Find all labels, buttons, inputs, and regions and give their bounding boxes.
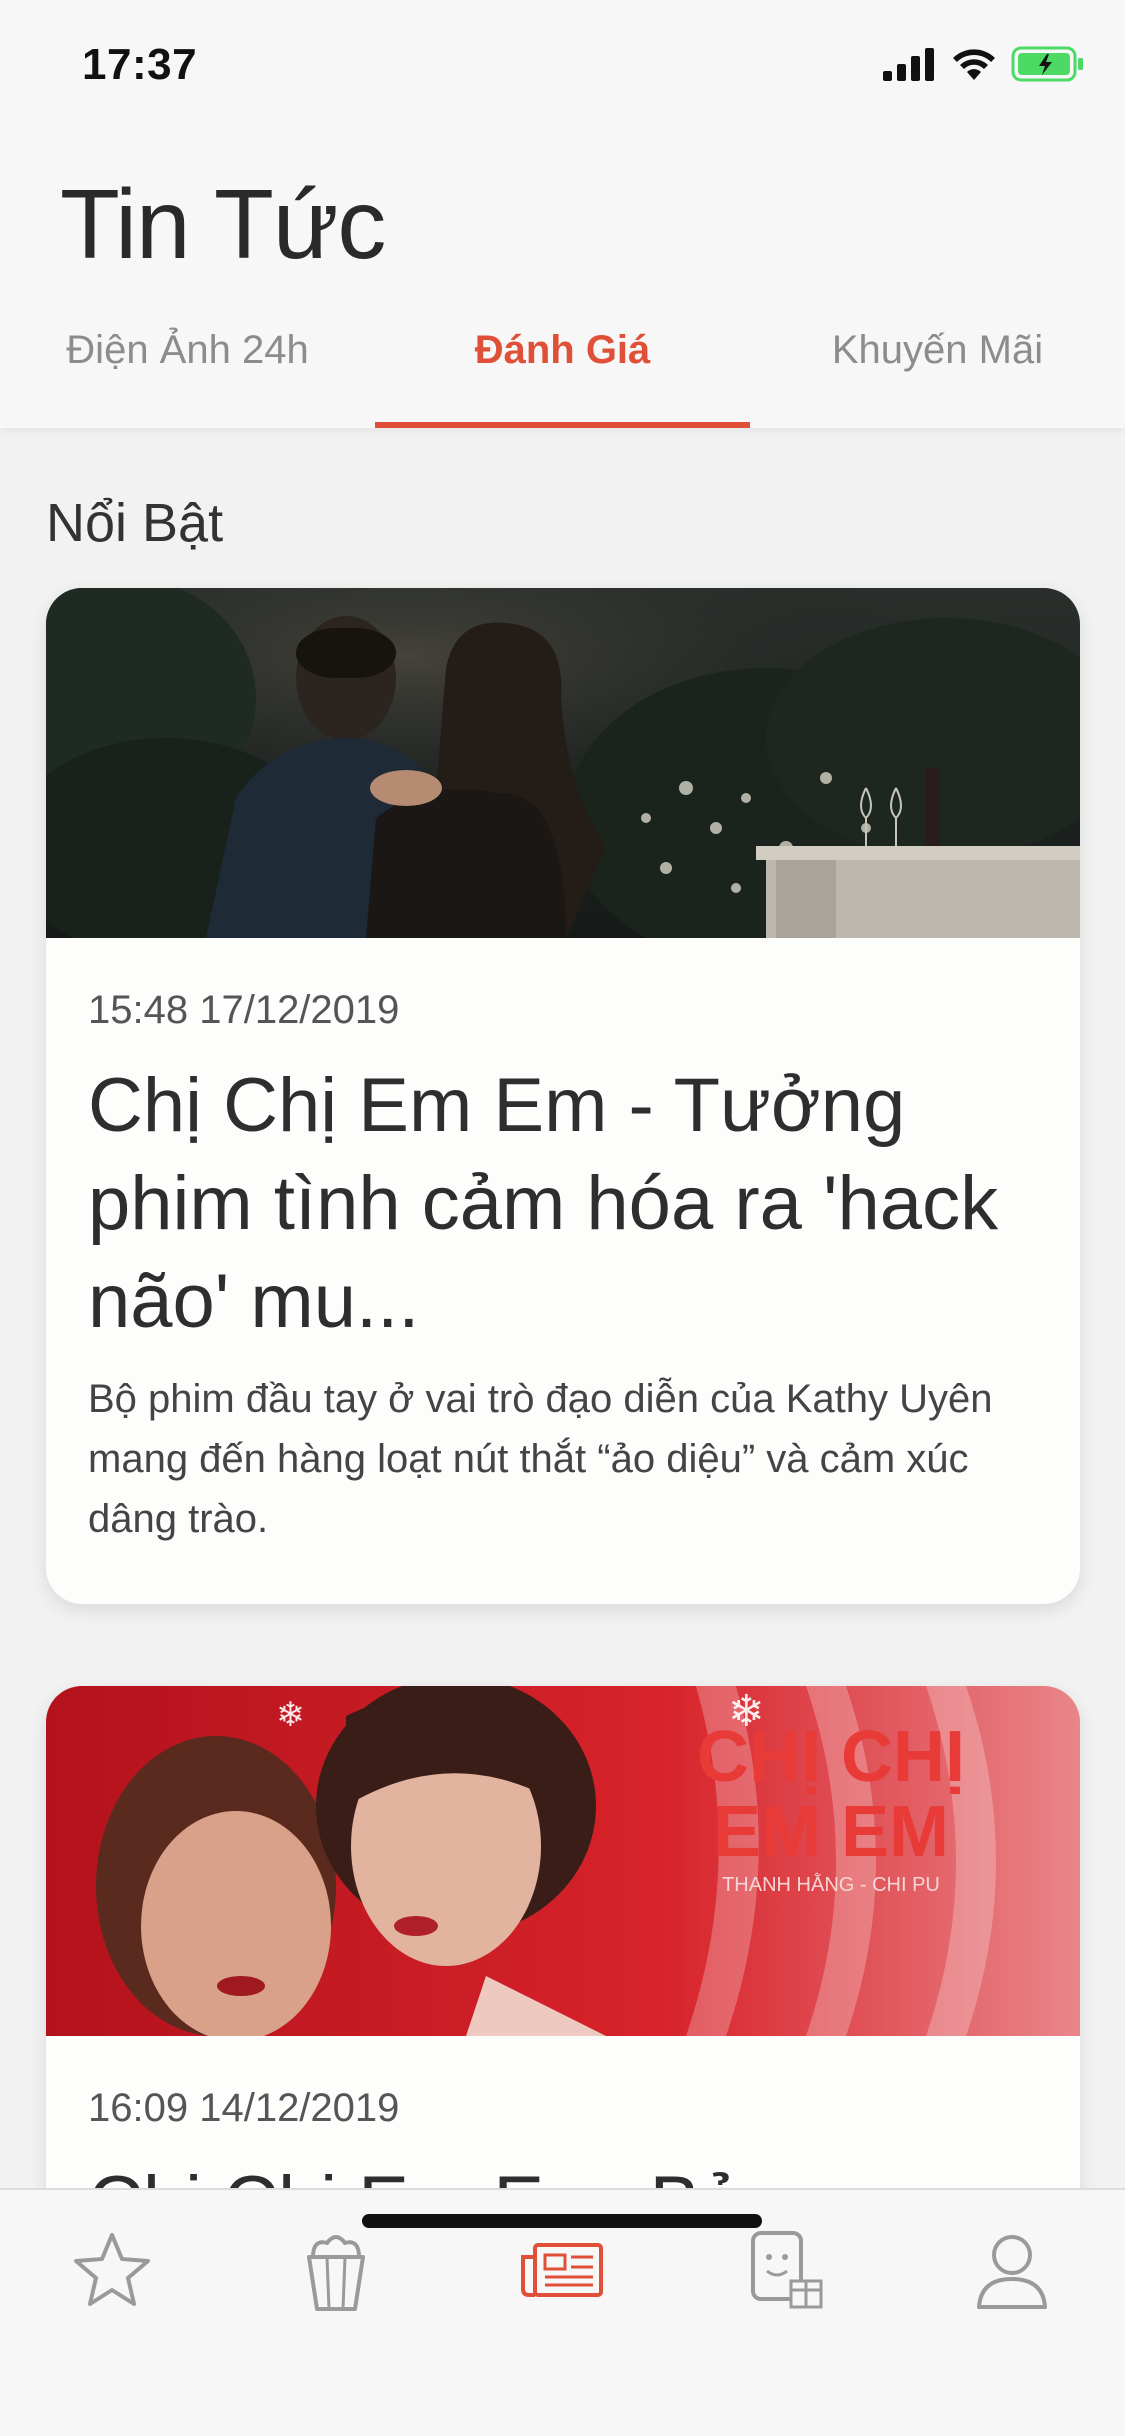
tab-label: Khuyến Mãi (831, 328, 1044, 372)
article-body: 15:48 17/12/2019 Chị Chị Em Em - Tưởng p… (46, 938, 1080, 1549)
tab-khuyen-mai[interactable]: Khuyến Mãi (750, 316, 1125, 428)
poster-cast: THANH HẰNG - CHI PU (722, 1872, 940, 1896)
star-icon (74, 2233, 150, 2306)
header: 17:37 Tin Tức Điện Ảnh 24h Đánh Giá Khuy… (0, 0, 1125, 428)
section-title: Nổi Bật (46, 493, 224, 553)
tab-dien-anh-24h[interactable]: Điện Ảnh 24h (0, 316, 375, 428)
popcorn-icon (307, 2235, 365, 2311)
home-indicator (362, 2214, 762, 2228)
active-tab-indicator (375, 422, 750, 428)
tab-favorites[interactable] (62, 2220, 162, 2320)
article-thumbnail: CHỊ CHỊ EM EM THANH HẰNG - CHI PU ❄ ❄ (46, 1686, 1080, 2036)
status-icons (883, 44, 1085, 84)
article-title[interactable]: Chị Chị Em Em: Bản... (88, 2155, 1038, 2188)
article-card[interactable]: 15:48 17/12/2019 Chị Chị Em Em - Tưởng p… (46, 588, 1080, 1604)
page-title: Tin Tức (60, 169, 386, 279)
signal-icon (883, 48, 934, 81)
tab-danh-gia[interactable]: Đánh Giá (375, 316, 750, 428)
svg-text:❄: ❄ (276, 1696, 305, 1734)
status-time: 17:37 (82, 40, 198, 89)
article-title[interactable]: Chị Chị Em Em - Tưởng phim tình cảm hóa … (88, 1057, 1038, 1351)
wifi-icon (953, 49, 995, 80)
ticket-gift-icon (751, 2231, 823, 2309)
tab-label: Điện Ảnh 24h (66, 328, 309, 372)
article-date: 16:09 14/12/2019 (88, 2086, 400, 2130)
tab-movies[interactable] (286, 2220, 386, 2320)
article-card[interactable]: CHỊ CHỊ EM EM THANH HẰNG - CHI PU ❄ ❄ 16… (46, 1686, 1080, 2188)
tab-bar-top: Điện Ảnh 24h Đánh Giá Khuyến Mãi (0, 316, 1125, 428)
tab-label: Đánh Giá (474, 328, 651, 372)
tab-news[interactable] (512, 2220, 612, 2320)
article-thumbnail (46, 588, 1080, 938)
article-description: Bộ phim đầu tay ở vai trò đạo diễn của K… (88, 1377, 993, 1541)
article-body: 16:09 14/12/2019 Chị Chị Em Em: Bản... (46, 2036, 1080, 2188)
tab-profile[interactable] (962, 2220, 1062, 2320)
article-date: 15:48 17/12/2019 (88, 988, 400, 1032)
battery-icon (1011, 46, 1083, 82)
tab-rewards[interactable] (738, 2220, 838, 2320)
svg-text:❄: ❄ (728, 1687, 765, 1736)
poster-title-line2: EM EM (713, 1792, 949, 1872)
news-feed[interactable]: Nổi Bật 15:48 17/12/2019 Chị Chị Em Em -… (0, 428, 1125, 2188)
profile-icon (977, 2235, 1047, 2309)
newspaper-icon (521, 2243, 603, 2297)
